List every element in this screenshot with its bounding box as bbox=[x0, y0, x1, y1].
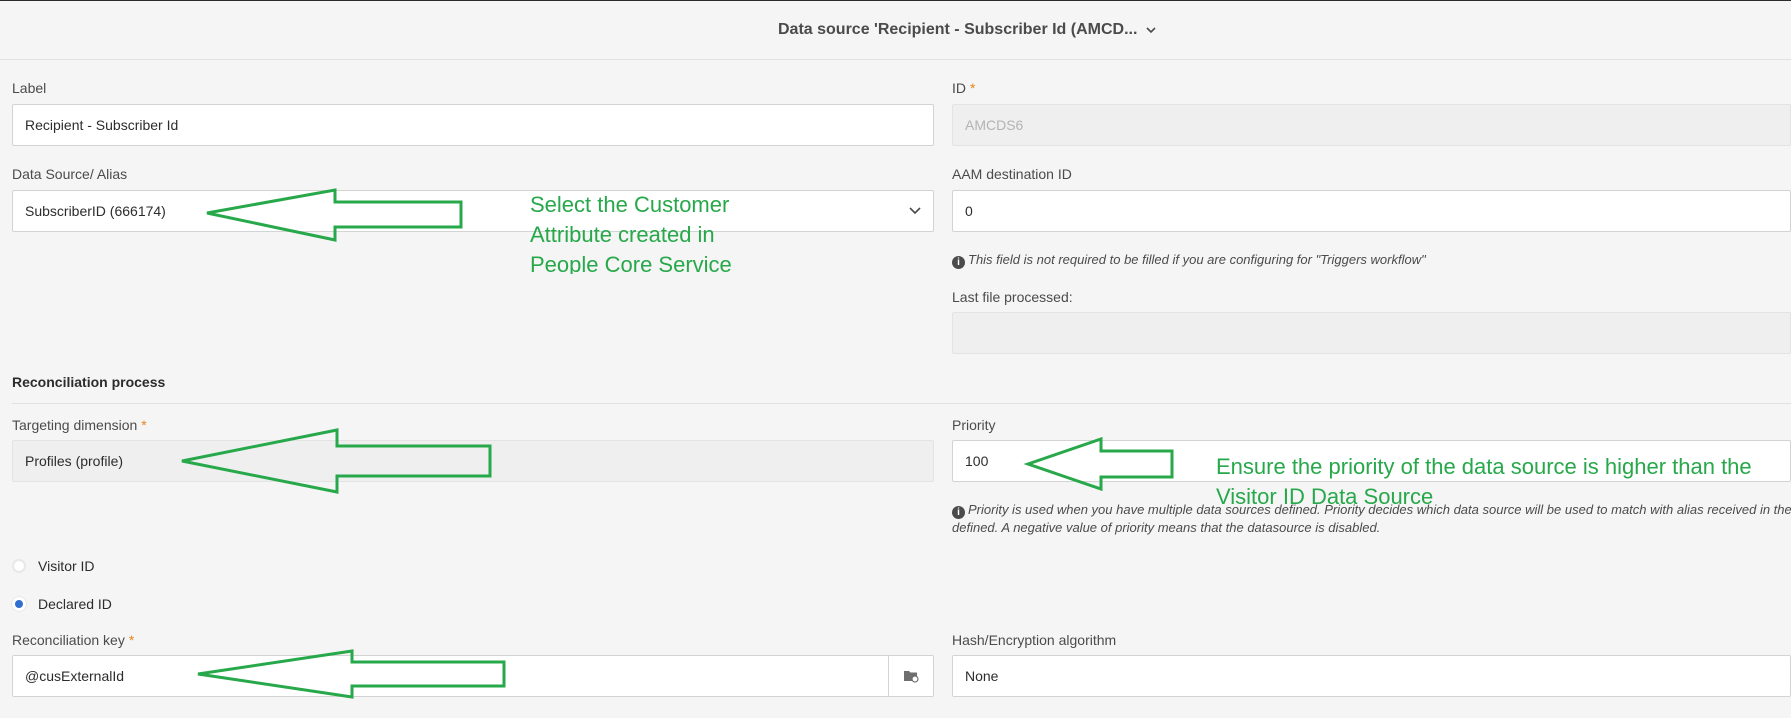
annotation-line: Select the Customer bbox=[530, 192, 730, 217]
priority-annotation: Ensure the priority of the data source i… bbox=[1216, 452, 1752, 508]
customer-attribute-annotation: Select the Customer Attribute created in… bbox=[530, 190, 732, 274]
annotation-line: Ensure the priority of the data source i… bbox=[1216, 454, 1752, 479]
arrow-reconciliation-key bbox=[197, 649, 506, 699]
annotation-line: Visitor ID Data Source bbox=[1216, 484, 1434, 508]
arrow-priority bbox=[1023, 436, 1174, 492]
arrow-targeting-dimension bbox=[181, 428, 492, 494]
arrow-data-source bbox=[206, 188, 463, 242]
annotation-line: People Core Service bbox=[530, 252, 732, 274]
annotation-line: Attribute created in bbox=[530, 222, 715, 247]
annotation-arrows bbox=[181, 188, 1174, 699]
